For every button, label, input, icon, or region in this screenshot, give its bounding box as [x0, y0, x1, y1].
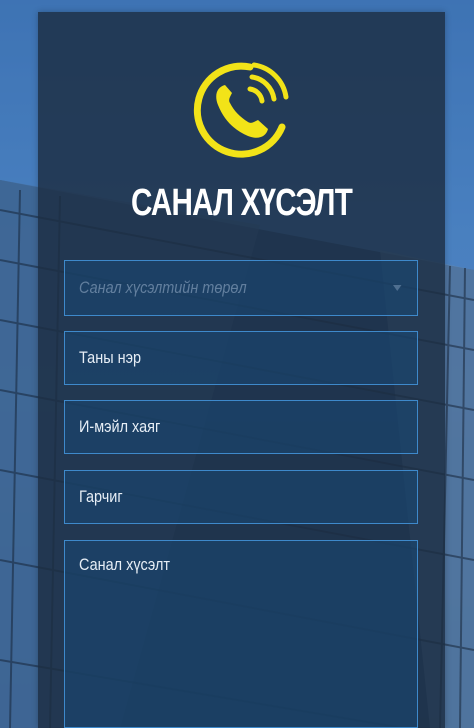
email-placeholder: И-мэйл хаяг: [79, 417, 161, 436]
message-textarea[interactable]: Санал хүсэлт: [64, 540, 418, 728]
name-placeholder: Таны нэр: [79, 348, 141, 367]
message-placeholder: Санал хүсэлт: [79, 555, 171, 574]
subject-placeholder: Гарчиг: [79, 487, 123, 506]
chevron-down-icon: [393, 285, 402, 291]
feedback-type-select[interactable]: Санал хүсэлтийн төрөл: [64, 260, 418, 316]
phone-ringing-icon: [193, 62, 289, 158]
feedback-page: САНАЛ ХҮСЭЛТ Санал хүсэлтийн төрөл Таны …: [0, 0, 474, 728]
subject-input[interactable]: Гарчиг: [64, 470, 418, 524]
name-input[interactable]: Таны нэр: [64, 331, 418, 385]
email-input[interactable]: И-мэйл хаяг: [64, 400, 418, 454]
form-title: САНАЛ ХҮСЭЛТ: [130, 182, 353, 224]
feedback-type-placeholder: Санал хүсэлтийн төрөл: [79, 278, 247, 297]
